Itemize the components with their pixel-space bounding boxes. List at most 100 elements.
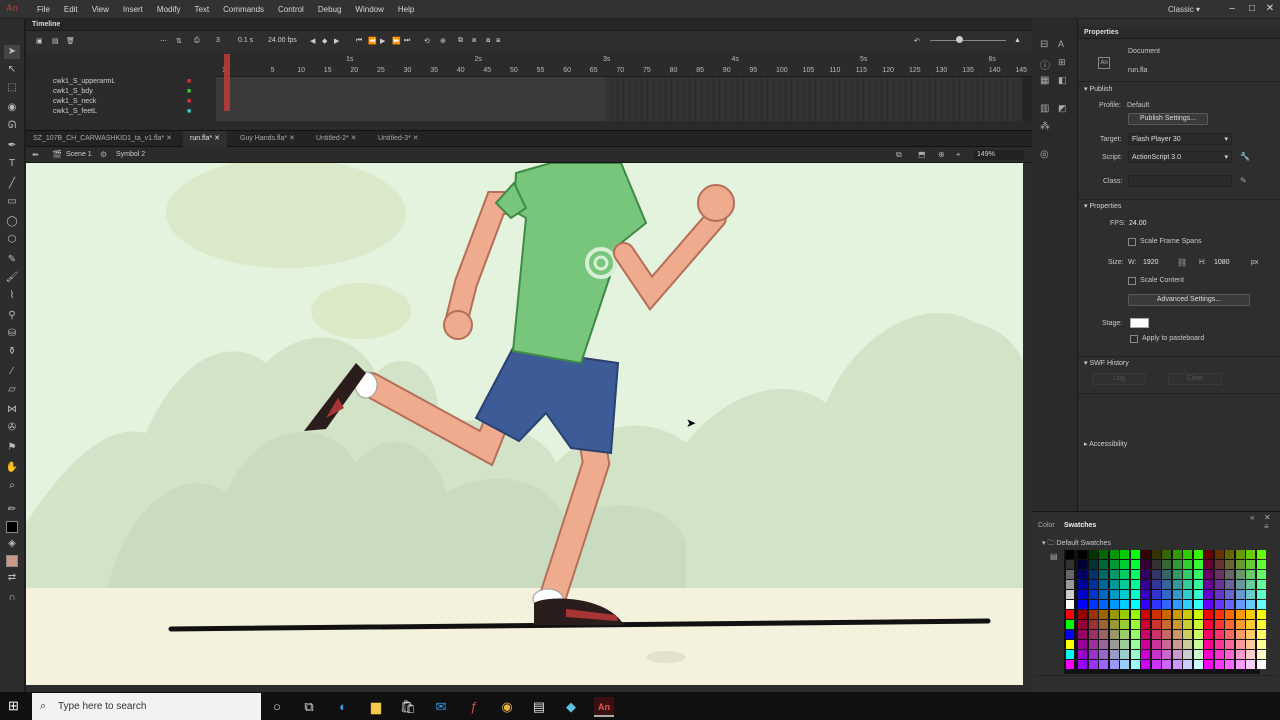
swatch[interactable]	[1109, 660, 1119, 669]
clear-button[interactable]: Clear	[1168, 373, 1222, 385]
menu-modify[interactable]: Modify	[150, 0, 188, 19]
stage-horizontal-scrollbar[interactable]	[26, 685, 1032, 692]
swatch[interactable]	[1088, 560, 1098, 569]
swatch[interactable]	[1172, 580, 1182, 589]
swatch[interactable]	[1214, 640, 1224, 649]
fps-value[interactable]: 24.00	[1129, 220, 1147, 227]
swatch[interactable]	[1183, 610, 1192, 619]
swatch[interactable]	[1246, 600, 1255, 609]
swatch[interactable]	[1120, 660, 1129, 669]
lasso-icon[interactable]: ᘏ	[4, 119, 20, 133]
stroke-color-icon[interactable]: ✏	[4, 503, 20, 517]
scale-content-checkbox[interactable]	[1128, 277, 1136, 285]
clip-icon[interactable]: ⬒	[918, 150, 926, 159]
swatch[interactable]	[1141, 610, 1150, 619]
swatch[interactable]	[1225, 560, 1234, 569]
swatch[interactable]	[1130, 590, 1140, 599]
center-frame-icon[interactable]: ⊕	[440, 37, 446, 45]
swatch[interactable]	[1109, 590, 1119, 599]
camera-tool-icon[interactable]: ✇	[4, 421, 20, 435]
show-parenting-icon[interactable]: ⋯	[160, 37, 167, 45]
swatch[interactable]	[1256, 560, 1266, 569]
swatch[interactable]	[1151, 610, 1161, 619]
swatch[interactable]	[1088, 640, 1098, 649]
swatch[interactable]	[1130, 640, 1140, 649]
swatch[interactable]	[1193, 650, 1203, 659]
stroke-color-swatch[interactable]	[6, 521, 18, 533]
swatch[interactable]	[1109, 600, 1119, 609]
playhead[interactable]	[224, 54, 230, 111]
swatch[interactable]	[1120, 600, 1129, 609]
swatch[interactable]	[1172, 640, 1182, 649]
layer-depth-icon[interactable]: ⇅	[176, 37, 182, 45]
swatch[interactable]	[1162, 610, 1171, 619]
swatch[interactable]	[1225, 590, 1234, 599]
swatch[interactable]	[1256, 620, 1266, 629]
breadcrumb-scene[interactable]: Scene 1	[66, 151, 92, 158]
swatch[interactable]	[1193, 560, 1203, 569]
store-icon[interactable]: 🛍	[398, 697, 418, 717]
modify-markers-icon[interactable]: ⧆	[496, 37, 500, 45]
swatch[interactable]	[1099, 550, 1108, 559]
swatch[interactable]	[1099, 580, 1108, 589]
swatch[interactable]	[1172, 610, 1182, 619]
swatch[interactable]	[1099, 560, 1108, 569]
class-input[interactable]	[1128, 175, 1232, 187]
swatch[interactable]	[1099, 570, 1108, 579]
brush-tool-icon[interactable]: 🖌	[4, 271, 20, 285]
frame-ruler[interactable]: 1510152025303540455055606570758085909510…	[216, 53, 1054, 77]
link-icon[interactable]: ⛓	[1177, 258, 1187, 267]
swatch[interactable]	[1246, 560, 1255, 569]
swatch[interactable]	[1130, 550, 1140, 559]
swatch[interactable]	[1078, 640, 1087, 649]
swatch[interactable]	[1214, 630, 1224, 639]
swatch[interactable]	[1099, 630, 1108, 639]
swatch[interactable]	[1204, 600, 1213, 609]
back-arrow-icon[interactable]: ⬅	[32, 150, 39, 159]
swatch[interactable]	[1066, 660, 1074, 669]
swatch[interactable]	[1099, 590, 1108, 599]
edit-multiple-icon[interactable]: ⧇	[486, 37, 490, 45]
swatch[interactable]	[1099, 620, 1108, 629]
swatch[interactable]	[1078, 620, 1087, 629]
scale-frame-spans-checkbox[interactable]	[1128, 238, 1136, 246]
swatch[interactable]	[1120, 550, 1129, 559]
swatch[interactable]	[1246, 590, 1255, 599]
swatch[interactable]	[1141, 620, 1150, 629]
swatch[interactable]	[1151, 600, 1161, 609]
tab-untitled-3[interactable]: Untitled-3* ✕	[371, 131, 426, 147]
swatch[interactable]	[1183, 640, 1192, 649]
oval-tool-icon[interactable]: ◯	[4, 215, 20, 229]
swatch[interactable]	[1162, 640, 1171, 649]
stage-scale-icon[interactable]: ⧉	[896, 150, 902, 160]
zoom-tool-icon[interactable]: ⌕	[4, 479, 20, 493]
height-value[interactable]: 1080	[1214, 259, 1230, 266]
hand-tool-icon[interactable]: ✋	[4, 461, 20, 475]
swatch[interactable]	[1172, 630, 1182, 639]
swatch[interactable]	[1088, 660, 1098, 669]
swatch[interactable]	[1066, 580, 1074, 589]
swatch[interactable]	[1246, 630, 1255, 639]
swatch[interactable]	[1078, 600, 1087, 609]
paint-brush-icon[interactable]: ⌇	[4, 289, 20, 303]
swatch[interactable]	[1120, 650, 1129, 659]
swatch[interactable]	[1193, 570, 1203, 579]
menu-edit[interactable]: Edit	[57, 0, 85, 19]
zoom-in-frames-icon[interactable]: ▲	[1014, 37, 1021, 44]
swatch[interactable]	[1109, 550, 1119, 559]
swatch[interactable]	[1183, 660, 1192, 669]
swatch[interactable]	[1120, 580, 1129, 589]
swatch[interactable]	[1204, 630, 1213, 639]
undo-icon[interactable]: ↶	[914, 37, 920, 45]
swatch[interactable]	[1109, 560, 1119, 569]
swatch[interactable]	[1078, 630, 1087, 639]
swatch[interactable]	[1256, 640, 1266, 649]
swatch[interactable]	[1109, 580, 1119, 589]
swatch[interactable]	[1162, 560, 1171, 569]
tab-color[interactable]: Color	[1038, 522, 1055, 529]
chrome-icon[interactable]: ◉	[497, 697, 517, 717]
swatch[interactable]	[1162, 580, 1171, 589]
swatch[interactable]	[1204, 650, 1213, 659]
swatch[interactable]	[1088, 600, 1098, 609]
timeline-scrollbar[interactable]	[1022, 77, 1032, 121]
